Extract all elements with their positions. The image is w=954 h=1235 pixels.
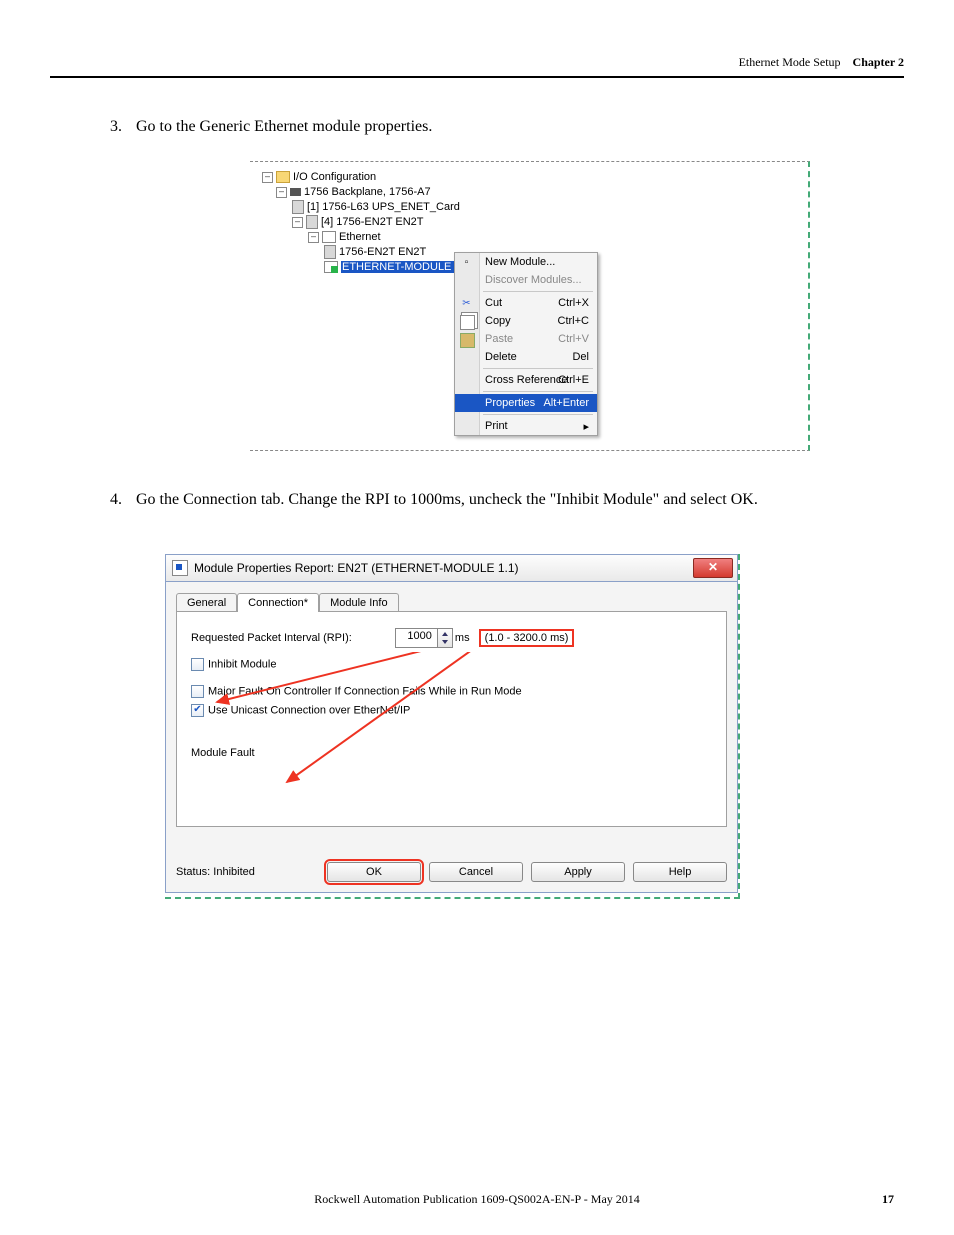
rpi-spinner[interactable] bbox=[395, 628, 453, 648]
tree-root[interactable]: I/O Configuration bbox=[293, 171, 376, 183]
page-number: 17 bbox=[882, 1192, 894, 1207]
tree-en2t[interactable]: 1756-EN2T EN2T bbox=[339, 246, 426, 258]
tab-general[interactable]: General bbox=[176, 593, 237, 612]
menu-delete[interactable]: DeleteDel bbox=[455, 348, 597, 366]
menu-new-module[interactable]: ▫New Module... bbox=[455, 253, 597, 271]
cut-icon: ✂ bbox=[460, 297, 473, 310]
header-rule bbox=[50, 76, 904, 78]
rpi-unit: ms bbox=[455, 632, 470, 644]
module-icon bbox=[306, 215, 318, 229]
apply-button[interactable]: Apply bbox=[531, 862, 625, 882]
folder-icon bbox=[276, 171, 290, 183]
context-menu: ▫New Module... Discover Modules... ✂CutC… bbox=[454, 252, 598, 436]
unicast-checkbox[interactable]: ✔ bbox=[191, 704, 204, 717]
copy-icon bbox=[460, 315, 475, 330]
paste-icon bbox=[460, 333, 475, 348]
step4-text: Go the Connection tab. Change the RPI to… bbox=[136, 491, 758, 508]
rpi-input[interactable] bbox=[396, 629, 434, 643]
cancel-button[interactable]: Cancel bbox=[429, 862, 523, 882]
module-icon bbox=[292, 200, 304, 214]
menu-cut[interactable]: ✂CutCtrl+X bbox=[455, 294, 597, 312]
connection-tab-panel: Requested Packet Interval (RPI): ms (1.0… bbox=[176, 611, 727, 827]
step3-number: 3. bbox=[110, 118, 132, 136]
module-fault-label: Module Fault bbox=[191, 747, 712, 759]
tree-slot4[interactable]: [4] 1756-EN2T EN2T bbox=[321, 216, 424, 228]
ok-button[interactable]: OK bbox=[327, 862, 421, 882]
collapse-icon[interactable]: – bbox=[308, 232, 319, 243]
tab-module-info[interactable]: Module Info bbox=[319, 593, 398, 612]
rpi-range: (1.0 - 3200.0 ms) bbox=[479, 629, 575, 647]
backplane-icon bbox=[290, 188, 301, 196]
menu-discover-modules: Discover Modules... bbox=[455, 271, 597, 289]
tree-slot1[interactable]: [1] 1756-L63 UPS_ENET_Card bbox=[307, 201, 460, 213]
dialog-title: Module Properties Report: EN2T (ETHERNET… bbox=[194, 561, 519, 575]
inhibit-label: Inhibit Module bbox=[208, 658, 277, 670]
close-button[interactable]: ✕ bbox=[693, 558, 733, 578]
help-button[interactable]: Help bbox=[633, 862, 727, 882]
header-chapter: Chapter 2 bbox=[853, 55, 904, 69]
dialog-tabs: GeneralConnection*Module Info bbox=[176, 592, 727, 611]
page-header: Ethernet Mode Setup Chapter 2 bbox=[50, 55, 904, 70]
menu-properties[interactable]: PropertiesAlt+Enter bbox=[455, 394, 597, 412]
menu-paste: PasteCtrl+V bbox=[455, 330, 597, 348]
major-fault-checkbox[interactable] bbox=[191, 685, 204, 698]
status-text: Status: Inhibited bbox=[176, 866, 255, 878]
step4-number: 4. bbox=[110, 491, 132, 509]
publication-id: Rockwell Automation Publication 1609-QS0… bbox=[0, 1192, 954, 1207]
collapse-icon[interactable]: – bbox=[292, 217, 303, 228]
step3-text: Go to the Generic Ethernet module proper… bbox=[136, 118, 432, 135]
tab-connection[interactable]: Connection* bbox=[237, 593, 319, 612]
ethernet-module-icon bbox=[324, 261, 338, 273]
page-footer: Rockwell Automation Publication 1609-QS0… bbox=[0, 1192, 954, 1207]
collapse-icon[interactable]: – bbox=[262, 172, 273, 183]
rpi-label: Requested Packet Interval (RPI): bbox=[191, 632, 352, 644]
header-section: Ethernet Mode Setup bbox=[739, 55, 841, 69]
screenshot-tree-contextmenu: –I/O Configuration –1756 Backplane, 1756… bbox=[250, 161, 810, 451]
submenu-arrow-icon: ▸ bbox=[583, 420, 589, 433]
menu-cross-reference[interactable]: Cross ReferenceCtrl+E bbox=[455, 371, 597, 389]
inhibit-checkbox[interactable] bbox=[191, 658, 204, 671]
step-4: 4. Go the Connection tab. Change the RPI… bbox=[110, 491, 844, 509]
major-fault-label: Major Fault On Controller If Connection … bbox=[208, 685, 522, 697]
app-icon bbox=[172, 560, 188, 576]
screenshot-module-properties-dialog: Module Properties Report: EN2T (ETHERNET… bbox=[165, 554, 740, 899]
annotation-arrows bbox=[177, 652, 717, 832]
spinner-arrows-icon[interactable] bbox=[437, 629, 452, 647]
step-3: 3. Go to the Generic Ethernet module pro… bbox=[110, 118, 844, 136]
ethernet-icon bbox=[322, 231, 336, 243]
module-icon bbox=[324, 245, 336, 259]
menu-print[interactable]: Print▸ bbox=[455, 417, 597, 435]
tree-backplane[interactable]: 1756 Backplane, 1756-A7 bbox=[304, 186, 431, 198]
module-icon: ▫ bbox=[460, 256, 473, 269]
collapse-icon[interactable]: – bbox=[276, 187, 287, 198]
menu-copy[interactable]: CopyCtrl+C bbox=[455, 312, 597, 330]
unicast-label: Use Unicast Connection over EtherNet/IP bbox=[208, 704, 410, 716]
tree-ethernet[interactable]: Ethernet bbox=[339, 231, 381, 243]
dialog-titlebar: Module Properties Report: EN2T (ETHERNET… bbox=[165, 554, 738, 582]
